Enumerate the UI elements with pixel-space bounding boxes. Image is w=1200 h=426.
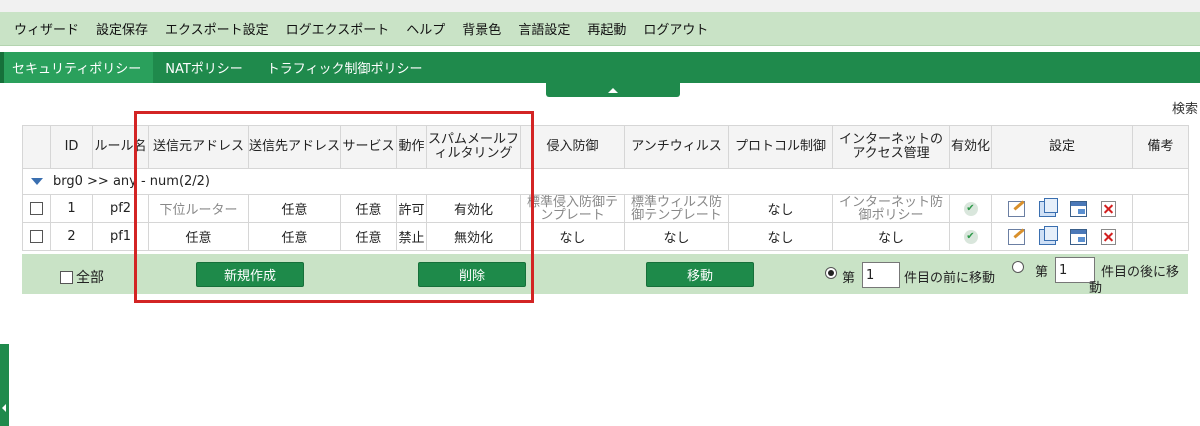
cell-intrusion-prevention: 標準侵入防御テンプレート: [520, 194, 625, 223]
move-icon[interactable]: [1070, 200, 1087, 217]
header-action[interactable]: 動作: [396, 125, 427, 169]
select-all-control[interactable]: 全部: [60, 267, 104, 287]
copy-icon[interactable]: [1039, 197, 1058, 217]
group-cell: brg0 >> any - num(2/2): [22, 168, 1189, 195]
cell-action: 許可: [396, 194, 427, 223]
action-bar: 全部 新規作成 削除 移動 第 件目の前に移動 第 件目の後に移 動: [22, 254, 1188, 296]
group-label: brg0 >> any - num(2/2): [53, 174, 211, 189]
tab-traffic-control-policy[interactable]: トラフィック制御ポリシー: [255, 52, 435, 83]
cell-notes: [1132, 222, 1189, 251]
header-notes: 備考: [1132, 125, 1189, 169]
cell-antivirus: 標準ウィルス防御テンプレート: [624, 194, 729, 223]
table-row[interactable]: 2 pf1 任意 任意 任意 禁止 無効化 なし なし なし なし ✔: [22, 222, 1189, 251]
move-before-prefix: 第: [842, 271, 856, 286]
row-checkbox-cell: [22, 222, 51, 251]
policy-table: ID ルール名 送信元アドレス 送信先アドレス サービス 動作 スパムメールフィ…: [22, 125, 1189, 251]
header-spam-filtering[interactable]: スパムメールフィルタリング: [426, 125, 521, 169]
group-row: brg0 >> any - num(2/2): [22, 168, 1189, 195]
move-before-radio[interactable]: [825, 267, 837, 279]
tab-nat-policy[interactable]: NATポリシー: [153, 52, 255, 83]
move-button[interactable]: 移動: [646, 262, 754, 287]
new-button[interactable]: 新規作成: [196, 262, 304, 287]
cell-rule-name: pf1: [92, 222, 149, 251]
move-after-prefix: 第: [1035, 265, 1049, 280]
cell-intrusion-prevention: なし: [520, 222, 625, 251]
menu-wizard[interactable]: ウィザード: [14, 19, 79, 38]
header-antivirus[interactable]: アンチウィルス: [624, 125, 729, 169]
menu-background-color[interactable]: 背景色: [462, 19, 501, 38]
search-link[interactable]: 検索: [1172, 98, 1198, 117]
cell-settings: [991, 194, 1133, 223]
top-strip: [0, 0, 1200, 12]
cell-notes: [1132, 194, 1189, 223]
delete-icon[interactable]: [1101, 200, 1116, 217]
policy-tab-bar: セキュリティポリシー NATポリシー トラフィック制御ポリシー: [0, 52, 1200, 83]
header-intrusion-prevention[interactable]: 侵入防御: [520, 125, 625, 169]
select-all-checkbox[interactable]: [60, 270, 73, 284]
header-rule-name[interactable]: ルール名: [92, 125, 149, 169]
cell-protocol-control: なし: [728, 222, 833, 251]
cell-enabled: ✔: [949, 222, 992, 251]
cell-id: 2: [50, 222, 93, 251]
cell-source-address: 任意: [148, 222, 249, 251]
cell-destination-address: 任意: [248, 194, 341, 223]
edit-icon[interactable]: [1008, 228, 1025, 245]
row-checkbox-cell: [22, 194, 51, 223]
header-destination-address[interactable]: 送信先アドレス: [248, 125, 341, 169]
header-id[interactable]: ID: [50, 125, 93, 169]
move-after-suffix-wrap: 動: [1089, 281, 1103, 296]
cell-spam-filtering: 有効化: [426, 194, 521, 223]
cell-service: 任意: [340, 222, 397, 251]
copy-icon[interactable]: [1039, 225, 1058, 245]
header-checkbox-cell: [22, 125, 51, 169]
select-all-label: 全部: [76, 270, 104, 286]
cell-spam-filtering: 無効化: [426, 222, 521, 251]
cell-protocol-control: なし: [728, 194, 833, 223]
menu-language[interactable]: 言語設定: [518, 19, 570, 38]
delete-icon[interactable]: [1101, 228, 1116, 245]
header-service[interactable]: サービス: [340, 125, 397, 169]
edit-icon[interactable]: [1008, 200, 1025, 217]
menu-bar: ウィザード 設定保存 エクスポート設定 ログエクスポート ヘルプ 背景色 言語設…: [0, 12, 1200, 46]
menu-help[interactable]: ヘルプ: [406, 19, 445, 38]
menu-logout[interactable]: ログアウト: [643, 19, 708, 38]
chevron-up-icon: [608, 87, 618, 93]
menu-log-export[interactable]: ログエクスポート: [286, 19, 390, 38]
cell-antivirus: なし: [624, 222, 729, 251]
cell-rule-name: pf2: [92, 194, 149, 223]
header-enabled[interactable]: 有効化: [949, 125, 992, 169]
cell-destination-address: 任意: [248, 222, 341, 251]
cell-internet-access: なし: [832, 222, 950, 251]
table-row[interactable]: 1 pf2 下位ルーター 任意 任意 許可 有効化 標準侵入防御テンプレート 標…: [22, 194, 1189, 223]
cell-action: 禁止: [396, 222, 427, 251]
cell-enabled: ✔: [949, 194, 992, 223]
move-before-suffix: 件目の前に移動: [904, 271, 996, 286]
menu-export-settings[interactable]: エクスポート設定: [165, 19, 269, 38]
row-checkbox[interactable]: [30, 202, 43, 215]
collapse-toggle-button[interactable]: [546, 83, 680, 97]
cell-settings: [991, 222, 1133, 251]
row-checkbox[interactable]: [30, 230, 43, 243]
cell-internet-access: インターネット防御ポリシー: [832, 194, 950, 223]
cell-id: 1: [50, 194, 93, 223]
side-panel-toggle[interactable]: [0, 344, 9, 426]
header-source-address[interactable]: 送信元アドレス: [148, 125, 249, 169]
table-header-row: ID ルール名 送信元アドレス 送信先アドレス サービス 動作 スパムメールフィ…: [22, 125, 1189, 169]
header-settings: 設定: [991, 125, 1133, 169]
triangle-down-icon[interactable]: [31, 178, 43, 185]
menu-restart[interactable]: 再起動: [587, 19, 626, 38]
tab-security-policy[interactable]: セキュリティポリシー: [0, 52, 154, 83]
enabled-check-icon[interactable]: ✔: [963, 201, 978, 216]
move-icon[interactable]: [1070, 228, 1087, 245]
move-before-position-input[interactable]: [862, 262, 900, 288]
cell-service: 任意: [340, 194, 397, 223]
enabled-check-icon[interactable]: ✔: [963, 229, 978, 244]
move-after-suffix: 件目の後に移: [1101, 265, 1180, 280]
menu-save-settings[interactable]: 設定保存: [96, 19, 148, 38]
header-protocol-control[interactable]: プロトコル制御: [728, 125, 833, 169]
header-internet-access[interactable]: インターネットのアクセス管理: [832, 125, 950, 169]
cell-source-address: 下位ルーター: [148, 194, 249, 223]
delete-button[interactable]: 削除: [418, 262, 526, 287]
move-after-radio[interactable]: [1012, 261, 1024, 273]
